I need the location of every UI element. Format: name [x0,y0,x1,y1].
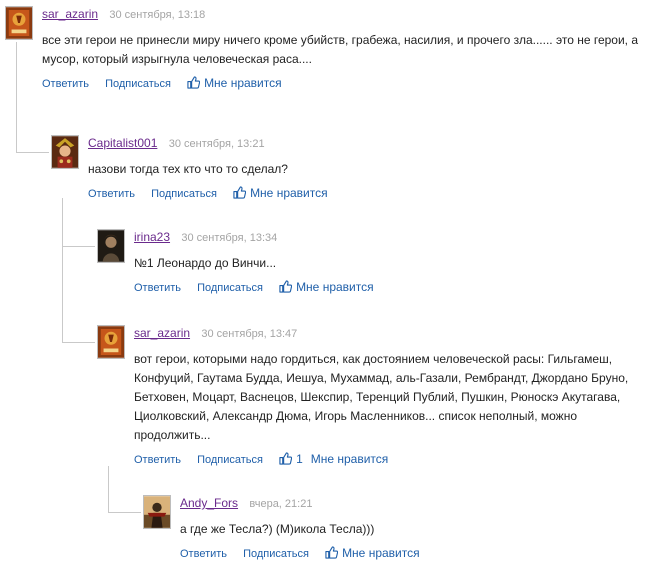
user-avatar[interactable] [51,135,79,169]
thumbs-up-icon [279,452,293,465]
reply-link[interactable]: Ответить [42,78,89,90]
like-button[interactable]: Мне нравится [279,280,374,294]
thumbs-up-icon [233,186,247,199]
thumbs-up-icon [187,76,201,89]
comment-thread: sar_azarin 30 сентября, 13:18 все эти ге… [0,0,650,565]
comment-date: 30 сентября, 13:18 [109,9,206,21]
thread-line [62,246,95,343]
reply-link[interactable]: Ответить [180,548,227,560]
like-button[interactable]: Мне нравится [187,76,282,90]
like-label: Мне нравится [342,546,420,560]
comment-text: назови тогда тех кто что то сделал? [88,162,288,176]
thread-line [108,466,141,513]
like-button[interactable]: 1 Мне нравится [279,452,388,466]
user-avatar[interactable] [5,6,33,40]
comment-text: №1 Леонардо до Винчи... [134,256,277,270]
author-link[interactable]: sar_azarin [42,7,98,21]
comment-date: 30 сентября, 13:21 [168,138,265,150]
reply-link[interactable]: Ответить [134,282,181,294]
reply-link[interactable]: Ответить [134,454,181,466]
like-label: Мне нравится [310,452,389,466]
user-avatar[interactable] [97,229,125,263]
thread-line [62,198,95,247]
reply-link[interactable]: Ответить [88,188,135,200]
comment-date: вчера, 21:21 [249,498,313,510]
subscribe-link[interactable]: Подписаться [105,78,171,90]
author-link[interactable]: Capitalist001 [88,136,157,150]
thumbs-up-icon [325,546,339,559]
author-link[interactable]: irina23 [134,230,170,244]
user-avatar[interactable] [97,325,125,359]
author-link[interactable]: Andy_Fors [180,496,238,510]
subscribe-link[interactable]: Подписаться [197,454,263,466]
comment-text: все эти герои не принесли миру ничего кр… [42,33,639,66]
like-button[interactable]: Мне нравится [325,546,420,560]
subscribe-link[interactable]: Подписаться [197,282,263,294]
thumbs-up-icon [279,280,293,293]
like-label: Мне нравится [296,280,374,294]
like-button[interactable]: Мне нравится [233,186,328,200]
user-avatar[interactable] [143,495,171,529]
like-count: 1 [296,452,303,466]
comment-text: а где же Тесла?) (М)икола Тесла))) [180,522,375,536]
comment-date: 30 сентября, 13:34 [181,232,278,244]
like-label: Мне нравится [204,76,282,90]
subscribe-link[interactable]: Подписаться [151,188,217,200]
author-link[interactable]: sar_azarin [134,326,190,340]
like-label: Мне нравится [250,186,328,200]
comment-date: 30 сентября, 13:47 [201,328,298,340]
subscribe-link[interactable]: Подписаться [243,548,309,560]
comment-text: вот герои, которыми надо гордиться, как … [134,352,629,442]
